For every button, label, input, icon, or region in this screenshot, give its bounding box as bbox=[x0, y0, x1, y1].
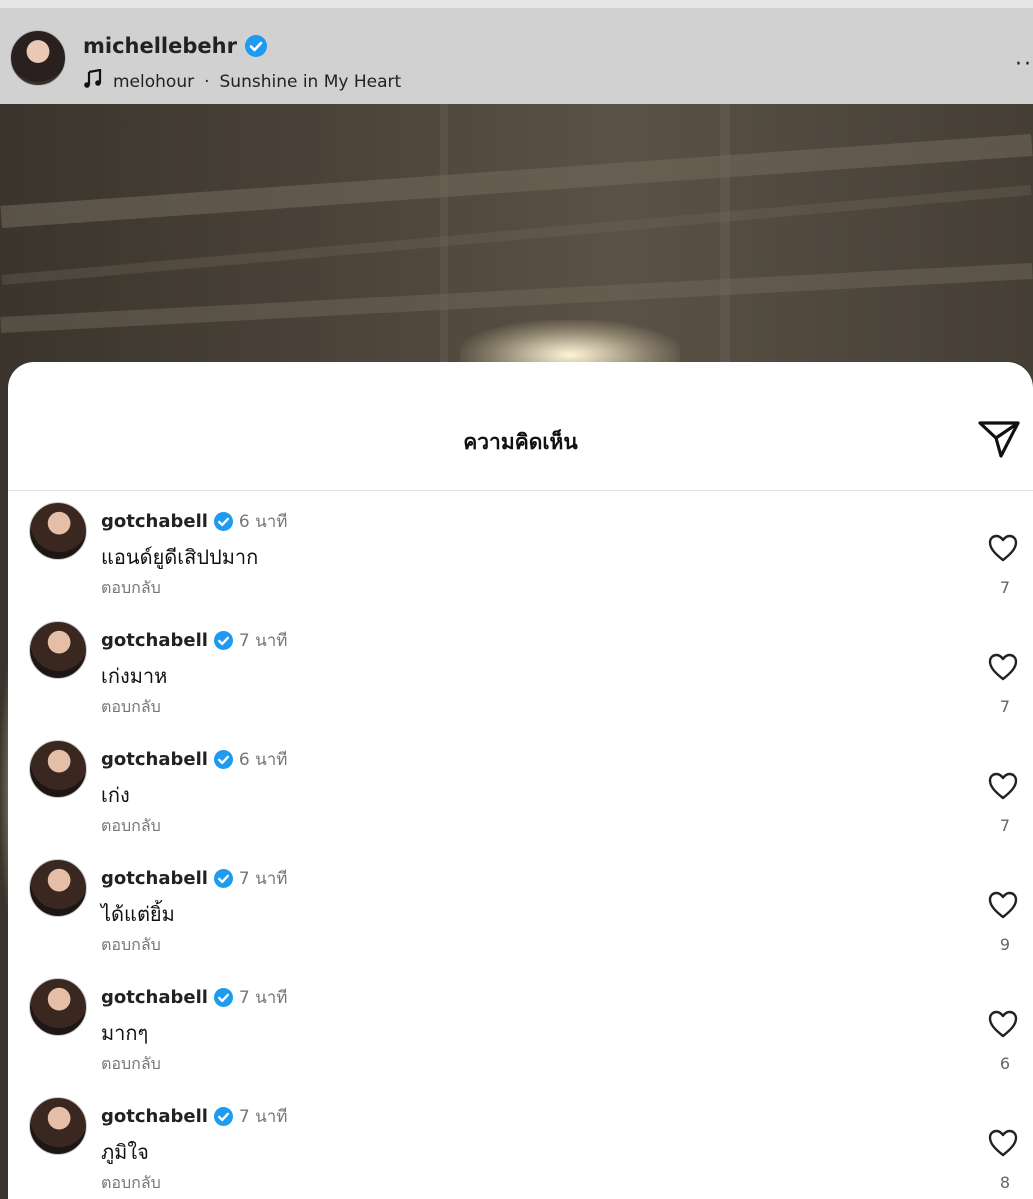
header-user-row: michellebehr bbox=[83, 34, 267, 58]
comment-username[interactable]: gotchabell bbox=[101, 630, 208, 651]
comment-username[interactable]: gotchabell bbox=[101, 987, 208, 1008]
comments-sheet: ความคิดเห็น gotchabell 6 นาที แอนด์ยูดีเ… bbox=[8, 362, 1033, 1199]
comment-header: gotchabell 7 นาที bbox=[101, 1103, 288, 1130]
comment-item: gotchabell 7 นาที เก่งมาห ตอบกลับ 7 bbox=[8, 615, 1033, 734]
like-count: 7 bbox=[999, 697, 1011, 716]
comment-text: แอนด์ยูดีเสิปปมาก bbox=[101, 545, 259, 569]
like-count: 7 bbox=[999, 816, 1011, 835]
music-artist: melohour bbox=[113, 71, 195, 92]
reply-button[interactable]: ตอบกลับ bbox=[101, 933, 161, 958]
comment-time: 6 นาที bbox=[238, 512, 288, 532]
comment-text: เก่ง bbox=[101, 783, 130, 807]
comment-item: gotchabell 7 นาที ได้แต่ยิ้ม ตอบกลับ 9 bbox=[8, 853, 1033, 972]
heart-outline-icon[interactable] bbox=[988, 534, 1022, 564]
post-header: michellebehr melohour · Sunshine in My H… bbox=[0, 0, 1033, 104]
comment-text: เก่งมาห bbox=[101, 664, 168, 688]
music-row[interactable]: melohour · Sunshine in My Heart bbox=[83, 68, 402, 94]
profile-avatar[interactable] bbox=[10, 30, 66, 86]
like-count: 9 bbox=[999, 935, 1011, 954]
reply-button[interactable]: ตอบกลับ bbox=[101, 814, 161, 839]
verified-badge-icon bbox=[213, 869, 233, 888]
comment-text: ได้แต่ยิ้ม bbox=[101, 902, 175, 926]
comment-text: ภูมิใจ bbox=[101, 1140, 149, 1164]
heart-outline-icon[interactable] bbox=[988, 772, 1022, 802]
comment-item: gotchabell 7 นาที ภูมิใจ ตอบกลับ 8 bbox=[8, 1091, 1033, 1199]
comment-item: gotchabell 6 นาที แอนด์ยูดีเสิปปมาก ตอบก… bbox=[8, 496, 1033, 615]
comment-item: gotchabell 7 นาที มากๆ ตอบกลับ 6 bbox=[8, 972, 1033, 1091]
like-count: 6 bbox=[999, 1054, 1011, 1073]
comment-avatar[interactable] bbox=[29, 621, 87, 679]
comment-username[interactable]: gotchabell bbox=[101, 749, 208, 770]
reply-button[interactable]: ตอบกลับ bbox=[101, 576, 161, 601]
comment-text: มากๆ bbox=[101, 1021, 149, 1045]
heart-outline-icon[interactable] bbox=[988, 1129, 1022, 1159]
sheet-title: ความคิดเห็น bbox=[463, 430, 578, 454]
heart-outline-icon[interactable] bbox=[988, 1010, 1022, 1040]
comment-avatar[interactable] bbox=[29, 859, 87, 917]
comment-username[interactable]: gotchabell bbox=[101, 868, 208, 889]
comment-time: 7 นาที bbox=[238, 988, 288, 1008]
comment-avatar[interactable] bbox=[29, 1097, 87, 1155]
heart-outline-icon[interactable] bbox=[988, 653, 1022, 683]
verified-badge-icon bbox=[213, 1107, 233, 1126]
music-separator: · bbox=[204, 71, 210, 92]
music-title: Sunshine in My Heart bbox=[219, 71, 402, 92]
send-paper-plane-icon[interactable] bbox=[977, 418, 1021, 460]
reply-button[interactable]: ตอบกลับ bbox=[101, 695, 161, 720]
comment-header: gotchabell 7 นาที bbox=[101, 627, 288, 654]
music-note-icon bbox=[83, 68, 103, 94]
heart-outline-icon[interactable] bbox=[988, 891, 1022, 921]
comment-time: 7 นาที bbox=[238, 869, 288, 889]
comment-header: gotchabell 7 นาที bbox=[101, 984, 288, 1011]
comment-avatar[interactable] bbox=[29, 740, 87, 798]
comment-header: gotchabell 6 นาที bbox=[101, 508, 288, 535]
verified-badge-icon bbox=[213, 750, 233, 769]
reply-button[interactable]: ตอบกลับ bbox=[101, 1052, 161, 1077]
comment-username[interactable]: gotchabell bbox=[101, 1106, 208, 1127]
reply-button[interactable]: ตอบกลับ bbox=[101, 1171, 161, 1196]
verified-badge-icon bbox=[213, 512, 233, 531]
comment-time: 6 นาที bbox=[238, 750, 288, 770]
verified-badge-icon bbox=[213, 988, 233, 1007]
verified-badge-icon bbox=[213, 631, 233, 650]
comment-username[interactable]: gotchabell bbox=[101, 511, 208, 532]
sheet-divider bbox=[8, 490, 1033, 491]
verified-badge-icon bbox=[244, 35, 267, 57]
more-options-button[interactable]: ·· bbox=[1015, 52, 1033, 77]
comment-time: 7 นาที bbox=[238, 1107, 288, 1127]
comment-avatar[interactable] bbox=[29, 502, 87, 560]
like-count: 7 bbox=[999, 578, 1011, 597]
comment-time: 7 นาที bbox=[238, 631, 288, 651]
comment-item: gotchabell 6 นาที เก่ง ตอบกลับ 7 bbox=[8, 734, 1033, 853]
comment-header: gotchabell 6 นาที bbox=[101, 746, 288, 773]
comment-header: gotchabell 7 นาที bbox=[101, 865, 288, 892]
comment-avatar[interactable] bbox=[29, 978, 87, 1036]
like-count: 8 bbox=[999, 1173, 1011, 1192]
header-username[interactable]: michellebehr bbox=[83, 34, 237, 58]
